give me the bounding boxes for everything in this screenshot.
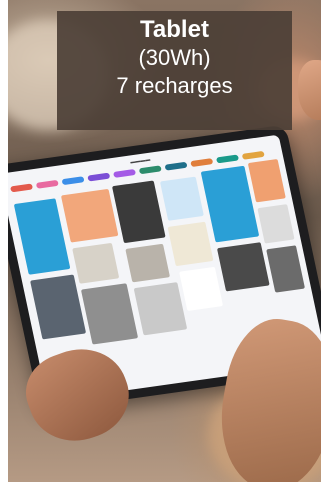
capacity-caption: Tablet (30Wh) 7 recharges (57, 11, 292, 130)
photo-tile (257, 204, 295, 244)
photo-tile (266, 245, 306, 293)
battery-capacity: (30Wh) (138, 45, 211, 70)
photo-tile (179, 266, 224, 312)
photo-tile (167, 221, 214, 267)
photo-tile (247, 159, 286, 203)
photo-tile (133, 282, 188, 336)
photo-tile (30, 274, 87, 340)
device-name: Tablet (140, 16, 209, 43)
photo-tile (13, 198, 71, 275)
recharge-count: 7 recharges (116, 73, 233, 98)
photo-tile (159, 176, 204, 221)
photo-tile (80, 283, 139, 345)
photo-tile (125, 243, 171, 283)
photo-tile (111, 180, 166, 244)
photo-tile (72, 242, 120, 284)
photo-tile (216, 242, 270, 292)
photo-tile (60, 188, 119, 243)
